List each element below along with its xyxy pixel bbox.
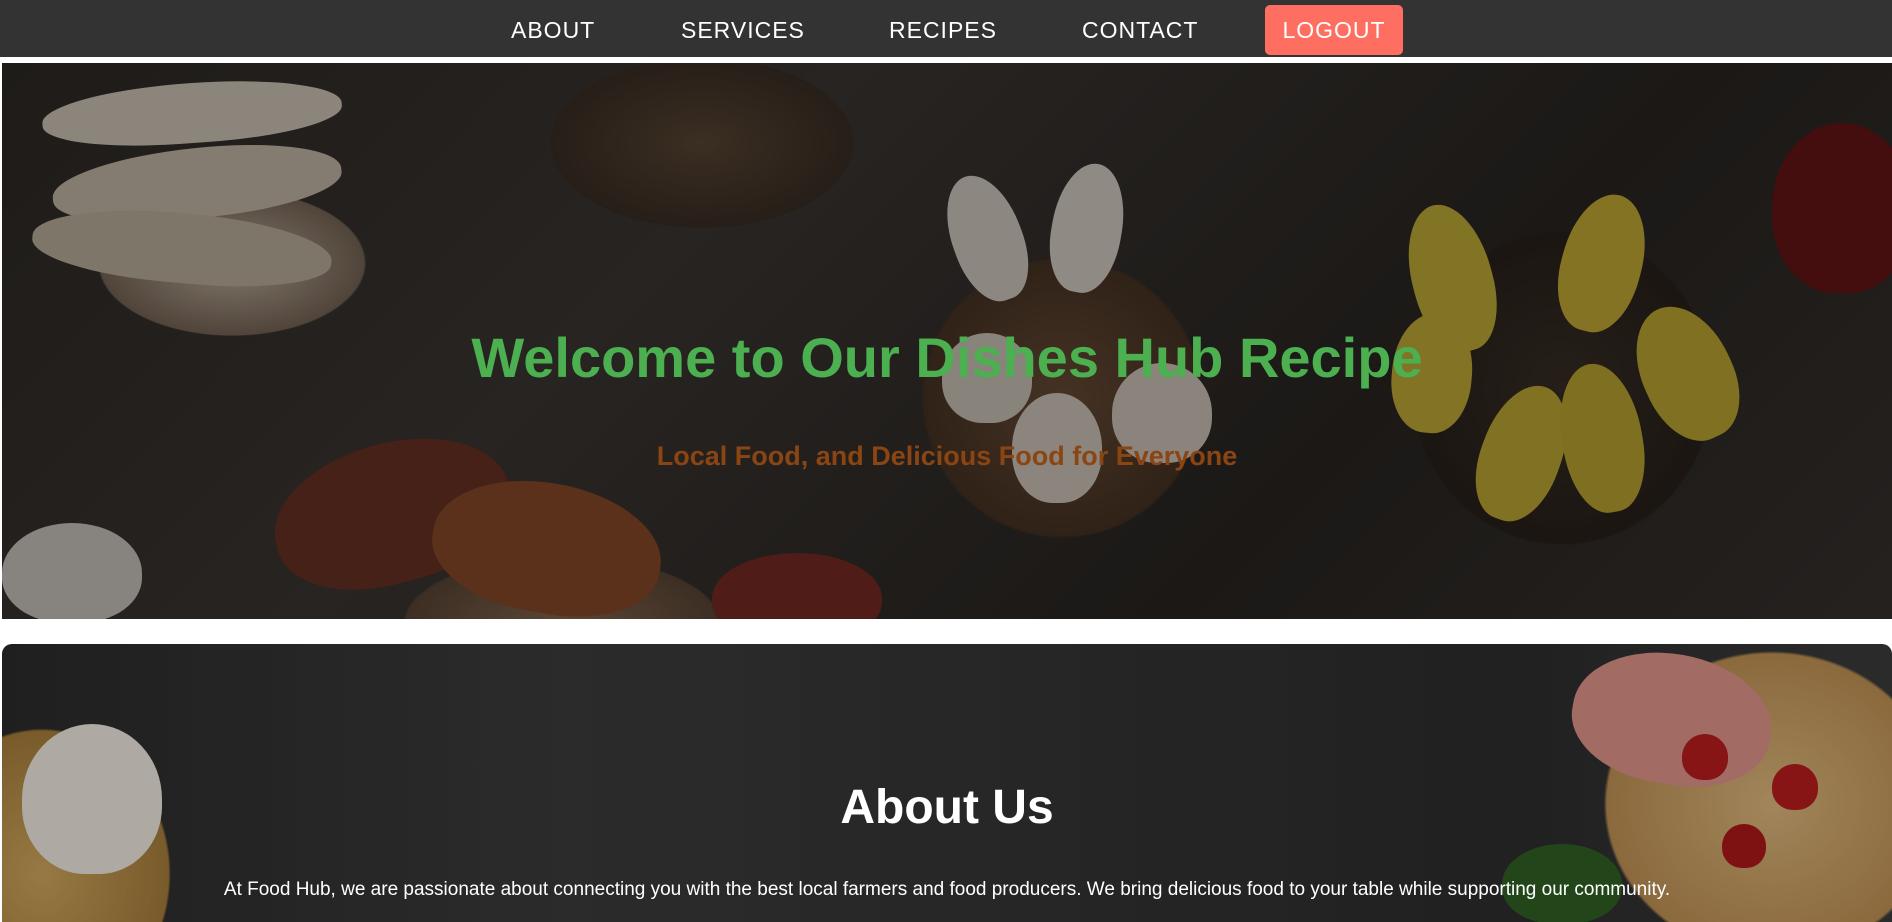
hero-title: Welcome to Our Dishes Hub Recipe [471,326,1423,389]
logout-button[interactable]: LOGOUT [1265,5,1403,55]
nav-link-contact[interactable]: CONTACT [1082,17,1198,44]
hero-subtitle: Local Food, and Delicious Food for Every… [656,441,1238,471]
nav-links: ABOUT SERVICES RECIPES CONTACT LOGOUT [0,0,1892,57]
hero-section: Welcome to Our Dishes Hub Recipe Local F… [2,63,1892,619]
nav-link-recipes[interactable]: RECIPES [889,17,997,44]
nav-link-about[interactable]: ABOUT [511,17,595,44]
about-text: At Food Hub, we are passionate about con… [223,879,1671,900]
top-navbar: ABOUT SERVICES RECIPES CONTACT LOGOUT [0,0,1892,60]
nav-link-services[interactable]: SERVICES [681,17,805,44]
about-section: About Us At Food Hub, we are passionate … [2,644,1892,922]
about-title: About Us [840,781,1054,834]
